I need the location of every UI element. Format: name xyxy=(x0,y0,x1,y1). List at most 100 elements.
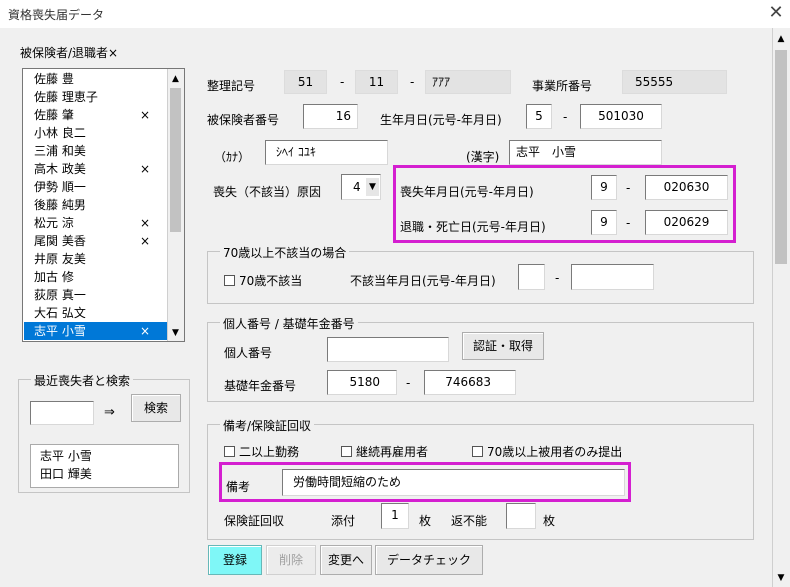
over70-date-label: 不該当年月日(元号-年月日) xyxy=(350,274,496,288)
loss-date-label: 喪失年月日(元号-年月日) xyxy=(400,185,534,199)
checkbox-icon[interactable] xyxy=(224,275,235,286)
member-name: 井原 友美 xyxy=(34,252,86,266)
chevron-down-icon[interactable]: ▼ xyxy=(366,178,379,196)
recent-search-input[interactable] xyxy=(30,401,94,425)
scroll-down-icon[interactable]: ▼ xyxy=(773,571,789,585)
title-bar xyxy=(0,0,790,28)
checkbox-label: 70歳以上被用者のみ提出 xyxy=(487,445,623,459)
member-name: 荻原 真一 xyxy=(34,288,86,302)
card-return-label: 保険証回収 xyxy=(224,514,285,528)
member-list-item[interactable]: 佐藤 理恵子 xyxy=(24,88,171,106)
scroll-thumb[interactable] xyxy=(775,50,787,264)
retire-era-field[interactable]: 9 xyxy=(591,210,617,235)
member-name: 高木 政美 xyxy=(34,162,86,176)
member-list-title: 被保険者/退職者× xyxy=(20,46,119,60)
member-name: 小林 良二 xyxy=(34,126,86,140)
member-name: 松元 涼 xyxy=(34,216,74,230)
member-name: 後藤 純男 xyxy=(34,198,86,212)
data-check-button[interactable]: データチェック xyxy=(375,545,483,575)
change-button[interactable]: 変更へ xyxy=(320,545,372,575)
insured-number-label: 被保険者番号 xyxy=(207,113,280,127)
checkbox-icon[interactable] xyxy=(472,446,483,457)
dash: - xyxy=(563,110,568,124)
member-list-item[interactable]: 高木 政美 × xyxy=(24,160,171,178)
mynumber-group-title: 個人番号 / 基礎年金番号 xyxy=(220,315,358,332)
seiri-field-1: 51 xyxy=(284,70,327,94)
member-list-item[interactable]: 松元 涼 × xyxy=(24,214,171,232)
arrow-icon: ⇒ xyxy=(104,405,115,420)
list-scroll-up-icon[interactable]: ▲ xyxy=(168,72,183,86)
personal-number-label: 個人番号 xyxy=(224,346,273,360)
kana-label: （ｶﾅ） xyxy=(214,150,251,164)
attached-count-field[interactable]: 1 xyxy=(381,503,409,529)
multiple-employment-checkbox[interactable]: 二以上勤務 xyxy=(224,443,299,460)
member-list-item[interactable]: 大石 弘文 xyxy=(24,304,171,322)
member-list-item[interactable]: 志平 小雪 × xyxy=(24,322,171,340)
insured-number-field[interactable]: 16 xyxy=(303,104,358,129)
rehire-checkbox[interactable]: 継続再雇用者 xyxy=(341,443,428,460)
register-button[interactable]: 登録 xyxy=(208,545,262,575)
over70-era-field[interactable] xyxy=(518,264,545,290)
member-name: 佐藤 理恵子 xyxy=(34,90,98,104)
window-title: 資格喪失届データ xyxy=(8,8,105,22)
recent-result-item[interactable]: 志平 小雪 xyxy=(40,447,92,464)
over70-checkbox-label: 70歳不該当 xyxy=(239,274,303,288)
checkbox-icon[interactable] xyxy=(224,446,235,457)
unreturnable-count-field[interactable] xyxy=(506,503,536,529)
checkbox-icon[interactable] xyxy=(341,446,352,457)
checkbox-label: 二以上勤務 xyxy=(239,445,300,459)
close-icon[interactable]: ✕ xyxy=(764,2,788,26)
office-number-label: 事業所番号 xyxy=(532,79,593,93)
dash: - xyxy=(340,75,345,89)
office-number-field: 55555 xyxy=(622,70,727,94)
list-scroll-down-icon[interactable]: ▼ xyxy=(168,326,183,340)
member-list-item[interactable]: 三浦 和美 xyxy=(24,142,171,160)
retire-date-label: 退職・死亡日(元号-年月日) xyxy=(400,220,546,234)
list-scroll-thumb[interactable] xyxy=(170,88,181,232)
unit-label: 枚 xyxy=(543,514,556,528)
member-list-item[interactable]: 伊勢 順一 xyxy=(24,178,171,196)
kana-name-field[interactable]: ｼﾍｲ ｺﾕｷ xyxy=(265,140,388,165)
member-list-item[interactable]: 荻原 真一 xyxy=(24,286,171,304)
pension-number-field-1[interactable]: 5180 xyxy=(327,370,397,395)
remark-field[interactable]: 労働時間短縮のため xyxy=(282,469,625,496)
member-list-item[interactable]: 小林 良二 xyxy=(24,124,171,142)
personal-number-field[interactable] xyxy=(327,337,449,362)
over70-only-checkbox[interactable]: 70歳以上被用者のみ提出 xyxy=(472,443,622,460)
over70-checkbox[interactable]: 70歳不該当 xyxy=(224,272,302,289)
seiri-field-3: ｱｱｱ xyxy=(425,70,511,94)
birth-era-field[interactable]: 5 xyxy=(526,104,552,129)
scroll-up-icon[interactable]: ▲ xyxy=(773,32,789,46)
dash: - xyxy=(626,216,631,230)
kanji-name-field[interactable]: 志平 小雪 xyxy=(509,140,662,165)
loss-era-field[interactable]: 9 xyxy=(591,175,617,200)
retired-mark: × xyxy=(140,108,151,122)
member-list-item[interactable]: 佐藤 肇 × xyxy=(24,106,171,124)
remark-label: 備考 xyxy=(226,480,251,494)
checkbox-label: 継続再雇用者 xyxy=(356,445,429,459)
recent-result-item[interactable]: 田口 輝美 xyxy=(40,465,92,482)
search-button[interactable]: 検索 xyxy=(131,394,181,422)
birth-date-field[interactable]: 501030 xyxy=(580,104,662,129)
member-list-item[interactable]: 佐藤 豊 xyxy=(24,70,171,88)
member-name: 大石 弘文 xyxy=(34,306,86,320)
pension-number-field-2[interactable]: 746683 xyxy=(424,370,516,395)
recent-group-title: 最近喪失者と検索 xyxy=(31,372,134,389)
seiri-field-2: 11 xyxy=(355,70,398,94)
retire-date-field[interactable]: 020629 xyxy=(645,210,728,235)
member-list-item[interactable]: 井原 友美 xyxy=(24,250,171,268)
seiri-label: 整理記号 xyxy=(207,79,256,93)
member-list-item[interactable]: 後藤 純男 xyxy=(24,196,171,214)
retired-mark: × xyxy=(140,162,151,176)
dash: - xyxy=(410,75,415,89)
over70-date-field[interactable] xyxy=(571,264,654,290)
dash: - xyxy=(626,181,631,195)
loss-date-field[interactable]: 020630 xyxy=(645,175,728,200)
auth-button[interactable]: 認証・取得 xyxy=(462,332,544,360)
member-list-item[interactable]: 加古 修 xyxy=(24,268,171,286)
member-name: 志平 小雪 xyxy=(34,324,86,338)
member-list[interactable]: 佐藤 豊佐藤 理恵子 佐藤 肇 × 小林 良二三浦 和美高木 政美 × 伊勢 順一後藤 純… xyxy=(22,68,185,342)
member-name: 佐藤 肇 xyxy=(34,108,74,122)
member-list-item[interactable]: 尾関 美香 × xyxy=(24,232,171,250)
member-name: 佐藤 豊 xyxy=(34,72,74,86)
